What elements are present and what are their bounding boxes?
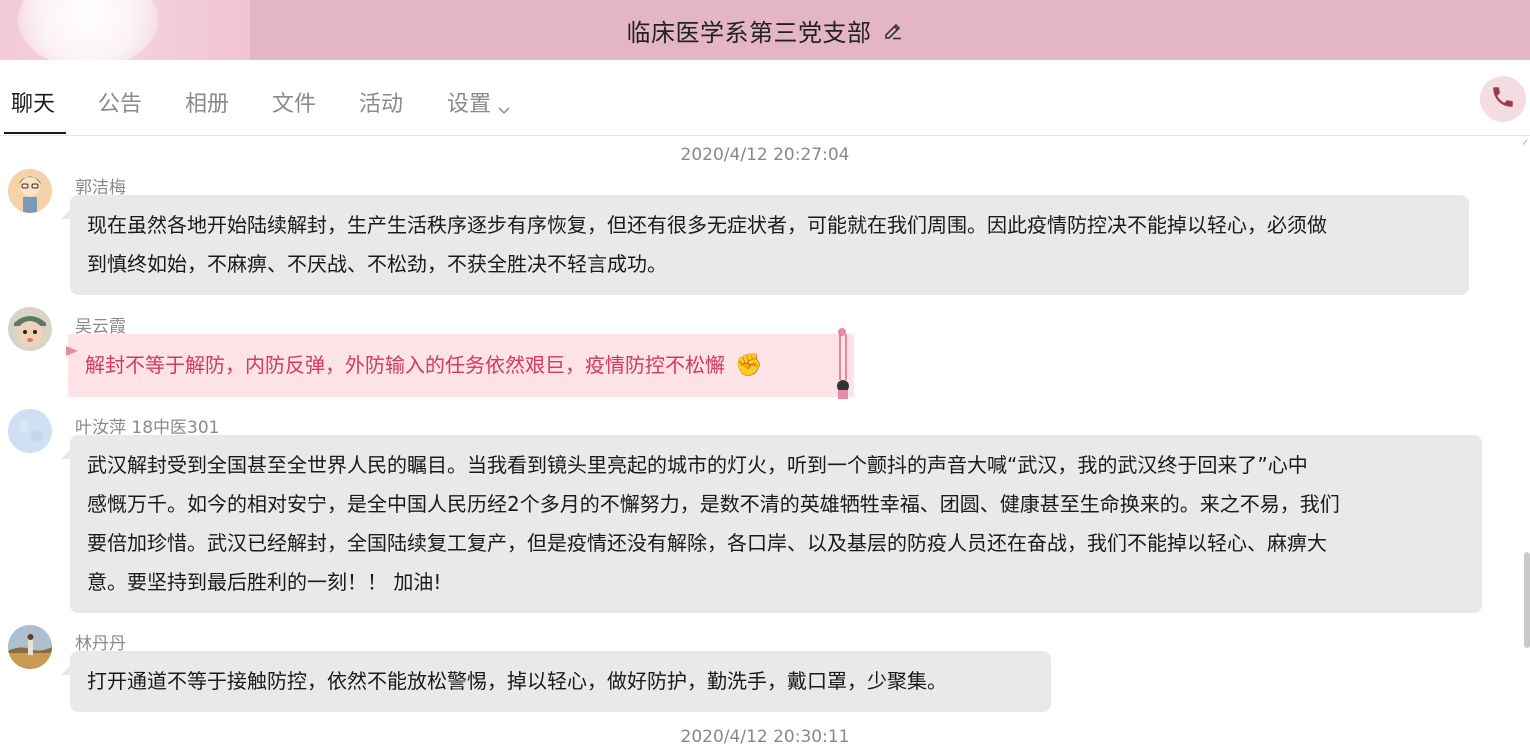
bubble-corner-decoration <box>66 330 78 356</box>
message-text: 解封不等于解防，内防反弹，外防输入的任务依然艰巨，疫情防控不松懈 <box>85 353 725 377</box>
bubble-theme-decoration <box>830 328 852 400</box>
phone-icon <box>1490 84 1516 114</box>
message-line: 打开通道不等于接触防控，依然不能放松警惕，掉以轻心，做好防护，勤洗手，戴口罩，少… <box>87 669 947 693</box>
message-line: 武汉解封受到全国甚至全世界人民的瞩目。当我看到镜头里亮起的城市的灯火，听到一个颤… <box>87 453 1308 477</box>
message-timestamp: 2020/4/12 20:30:11 <box>680 727 850 747</box>
message-timestamp: 2020/4/12 20:27:04 <box>680 145 850 165</box>
message-bubble[interactable]: 解封不等于解防，内防反弹，外防输入的任务依然艰巨，疫情防控不松懈 ✊ <box>66 328 854 399</box>
fist-emoji-icon: ✊ <box>735 353 763 378</box>
avatar[interactable] <box>8 409 52 453</box>
message-line: 感慨万千。如今的相对安宁，是全中国人民历经2个多月的不懈努力，是数不清的英雄牺牲… <box>87 492 1340 516</box>
group-title: 临床医学系第三党支部 <box>626 18 872 47</box>
message-line: 意。要坚持到最后胜利的一刻！！ 加油! <box>87 570 442 594</box>
tab-announcement[interactable]: 公告 <box>98 86 142 118</box>
tab-settings[interactable]: 设置 <box>447 86 511 118</box>
avatar[interactable] <box>8 169 52 213</box>
message-bubble[interactable]: 现在虽然各地开始陆续解封，生产生活秩序逐步有序恢复，但还有很多无症状者，可能就在… <box>70 195 1469 295</box>
message-line: 现在虽然各地开始陆续解封，生产生活秩序逐步有序恢复，但还有很多无症状者，可能就在… <box>87 213 1327 237</box>
message-line: 到慎终如始，不麻痹、不厌战、不松劲，不获全胜决不轻言成功。 <box>87 252 667 276</box>
tab-files[interactable]: 文件 <box>272 86 316 118</box>
voice-call-button[interactable] <box>1480 76 1526 122</box>
message-bubble[interactable]: 打开通道不等于接触防控，依然不能放松警惕，掉以轻心，做好防护，勤洗手，戴口罩，少… <box>70 651 1051 712</box>
pencil-icon[interactable] <box>882 19 904 41</box>
active-tab-indicator <box>4 132 66 134</box>
avatar[interactable] <box>8 625 52 669</box>
tab-bar: 聊天 公告 相册 文件 活动 设置 <box>0 60 1530 136</box>
scroll-up-arrow-icon[interactable]: ᐟ <box>1522 138 1528 154</box>
title-bar: 临床医学系第三党支部 <box>0 0 1530 60</box>
tab-chat[interactable]: 聊天 <box>11 86 55 118</box>
tab-album[interactable]: 相册 <box>185 86 229 118</box>
chevron-down-icon <box>497 98 511 115</box>
tab-settings-label: 设置 <box>447 92 492 117</box>
message-bubble[interactable]: 武汉解封受到全国甚至全世界人民的瞩目。当我看到镜头里亮起的城市的灯火，听到一个颤… <box>70 435 1482 613</box>
tab-activities[interactable]: 活动 <box>359 86 403 118</box>
message-line: 要倍加珍惜。武汉已经解封，全国陆续复工复产，但是疫情还没有解除，各口岸、以及基层… <box>87 531 1327 555</box>
chat-scrollbar[interactable] <box>1524 552 1530 648</box>
chat-area: 2020/4/12 20:27:04 郭洁梅 现在虽然各地开始陆续解封，生产生活… <box>0 137 1530 752</box>
avatar[interactable] <box>8 307 52 351</box>
